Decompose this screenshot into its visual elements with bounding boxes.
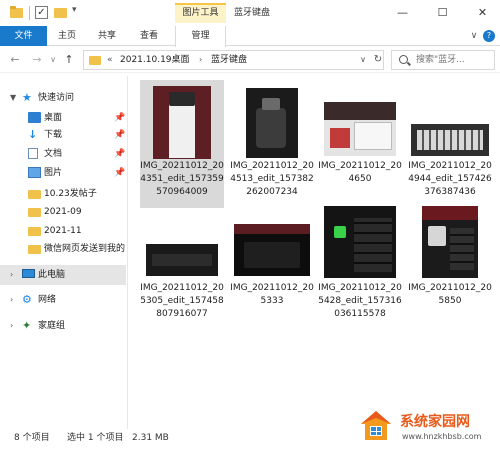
document-icon bbox=[28, 148, 38, 159]
folder-icon bbox=[28, 227, 41, 236]
tab-share[interactable]: 共享 bbox=[87, 26, 127, 46]
properties-checkbox-icon[interactable]: ✓ bbox=[35, 6, 48, 19]
thumbnail-image bbox=[422, 206, 478, 278]
expand-chevron-icon[interactable]: › bbox=[10, 290, 13, 310]
file-name: IMG_20211012_204351_edit_157359570964009 bbox=[140, 161, 224, 197]
download-icon: ↓ bbox=[28, 128, 38, 141]
address-dropdown-icon[interactable]: ∨ bbox=[356, 51, 370, 69]
minimize-button[interactable]: — bbox=[380, 0, 425, 26]
help-icon[interactable]: ? bbox=[483, 30, 495, 42]
customize-toolbar-icon[interactable]: ▾ bbox=[72, 5, 77, 17]
ribbon-tabs: 文件 主页 共享 查看 管理 ∨ ? bbox=[0, 26, 500, 47]
thumbnail-image bbox=[324, 206, 396, 278]
sidebar-item-quick-access[interactable]: ▼ ★ 快速访问 bbox=[0, 88, 126, 108]
address-bar[interactable]: « 2021.10.19桌面 › 蓝牙键盘 ∨ ↻ bbox=[83, 50, 384, 70]
folder-icon bbox=[89, 56, 101, 65]
sidebar-item-this-pc[interactable]: › 此电脑 bbox=[0, 265, 126, 285]
sidebar-item-folder[interactable]: 微信网页发送到我的 bbox=[0, 239, 126, 259]
file-item[interactable]: IMG_20211012_205428_edit_157316036115578 bbox=[318, 206, 402, 334]
file-name: IMG_20211012_205333 bbox=[230, 283, 314, 306]
breadcrumb-item[interactable]: 2021.10.19桌面 bbox=[120, 51, 190, 69]
sidebar-item-folder[interactable]: 2021-11 bbox=[0, 221, 126, 241]
expand-chevron-icon[interactable]: › bbox=[10, 265, 13, 285]
breadcrumb-item[interactable]: 蓝牙键盘 bbox=[211, 51, 247, 69]
file-item[interactable]: IMG_20211012_204513_edit_157382262007234 bbox=[230, 80, 314, 208]
pin-icon: 📌 bbox=[114, 168, 126, 178]
file-name: IMG_20211012_205850 bbox=[408, 283, 492, 306]
thumbnail-image bbox=[246, 88, 298, 158]
picture-tools-context-tab: 图片工具 bbox=[175, 3, 226, 23]
file-item[interactable]: IMG_20211012_205333 bbox=[230, 224, 314, 352]
forward-arrow-icon[interactable]: → bbox=[29, 51, 45, 69]
file-item[interactable]: IMG_20211012_205305_edit_157458807916077 bbox=[140, 224, 224, 352]
thumbnail-image bbox=[411, 124, 489, 156]
recent-locations-chevron-icon[interactable]: ∨ bbox=[48, 51, 58, 69]
folder-icon bbox=[10, 6, 23, 18]
title-bar: ✓ ▾ 图片工具 蓝牙键盘 — ☐ ✕ bbox=[0, 0, 500, 26]
network-icon: ⚙ bbox=[22, 293, 32, 306]
new-folder-icon[interactable] bbox=[54, 8, 67, 18]
file-name: IMG_20211012_204513_edit_157382262007234 bbox=[230, 161, 314, 197]
file-name: IMG_20211012_205428_edit_157316036115578 bbox=[318, 283, 402, 319]
file-name: IMG_20211012_205305_edit_157458807916077 bbox=[140, 283, 224, 319]
file-name: IMG_20211012_204650 bbox=[318, 161, 402, 184]
navigation-pane: ▼ ★ 快速访问 桌面 📌 ↓ 下载 📌 文档 📌 图片 📌 10.23发帖子 … bbox=[0, 76, 128, 429]
homegroup-icon: ✦ bbox=[22, 319, 32, 332]
folder-icon bbox=[28, 245, 41, 254]
close-button[interactable]: ✕ bbox=[460, 0, 500, 26]
desktop-icon bbox=[28, 112, 41, 123]
thumbnail-image bbox=[153, 86, 211, 159]
expand-ribbon-icon[interactable]: ∨ bbox=[467, 28, 481, 44]
maximize-button[interactable]: ☐ bbox=[420, 0, 465, 26]
thumbnail-image bbox=[324, 102, 396, 156]
pin-icon: 📌 bbox=[114, 130, 126, 140]
star-icon: ★ bbox=[22, 91, 32, 104]
thumbnail-image bbox=[234, 224, 310, 276]
selection-count: 选中 1 个项目 bbox=[67, 433, 124, 443]
pane-splitter[interactable] bbox=[127, 76, 128, 429]
file-item[interactable]: IMG_20211012_204650 bbox=[318, 80, 402, 208]
watermark-title: 系统家园网 bbox=[400, 414, 470, 430]
window-title: 蓝牙键盘 bbox=[234, 8, 271, 18]
collapse-chevron-icon[interactable]: ▼ bbox=[10, 88, 16, 108]
search-icon bbox=[399, 55, 408, 64]
file-view: IMG_20211012_204351_edit_157359570964009… bbox=[130, 76, 500, 429]
tab-manage[interactable]: 管理 bbox=[175, 26, 226, 47]
navigation-bar: ← → ∨ ↑ « 2021.10.19桌面 › 蓝牙键盘 ∨ ↻ bbox=[0, 47, 500, 73]
refresh-icon[interactable]: ↻ bbox=[372, 51, 384, 69]
sidebar-item-folder[interactable]: 10.23发帖子 bbox=[0, 184, 126, 204]
back-arrow-icon[interactable]: ← bbox=[7, 51, 23, 69]
sidebar-item-folder[interactable]: 2021-09 bbox=[0, 202, 126, 222]
file-item[interactable]: IMG_20211012_204351_edit_157359570964009 bbox=[140, 80, 224, 208]
expand-chevron-icon[interactable]: › bbox=[10, 316, 13, 336]
tab-file[interactable]: 文件 bbox=[0, 26, 47, 46]
file-name: IMG_20211012_204944_edit_157426376387436 bbox=[408, 161, 492, 197]
watermark-url: www.hnzkhbsb.com bbox=[402, 432, 482, 441]
tab-home[interactable]: 主页 bbox=[47, 26, 87, 46]
house-logo-icon bbox=[361, 411, 391, 440]
pin-icon: 📌 bbox=[114, 149, 126, 159]
folder-icon bbox=[28, 208, 41, 217]
file-item[interactable]: IMG_20211012_204944_edit_157426376387436 bbox=[408, 80, 492, 208]
sidebar-item-homegroup[interactable]: › ✦ 家庭组 bbox=[0, 316, 126, 336]
pictures-icon bbox=[28, 167, 41, 178]
tab-view[interactable]: 查看 bbox=[127, 26, 171, 46]
up-arrow-icon[interactable]: ↑ bbox=[61, 51, 77, 69]
search-box[interactable] bbox=[391, 50, 495, 70]
file-item[interactable]: IMG_20211012_205850 bbox=[408, 206, 492, 334]
item-count: 8 个项目 bbox=[14, 433, 50, 443]
thumbnail-image bbox=[146, 244, 218, 276]
selection-size: 2.31 MB bbox=[132, 433, 169, 443]
breadcrumb-separator[interactable]: › bbox=[199, 51, 202, 69]
breadcrumb-overflow[interactable]: « bbox=[107, 51, 113, 69]
computer-icon bbox=[22, 269, 35, 278]
site-watermark: 系统家园网 www.hnzkhbsb.com bbox=[356, 405, 500, 452]
sidebar-item-downloads[interactable]: ↓ 下载 📌 bbox=[0, 125, 126, 145]
sidebar-item-network[interactable]: › ⚙ 网络 bbox=[0, 290, 126, 310]
sidebar-item-documents[interactable]: 文档 📌 bbox=[0, 144, 126, 164]
folder-icon bbox=[28, 190, 41, 199]
toolbar-divider bbox=[29, 6, 30, 20]
sidebar-item-pictures[interactable]: 图片 📌 bbox=[0, 163, 126, 183]
